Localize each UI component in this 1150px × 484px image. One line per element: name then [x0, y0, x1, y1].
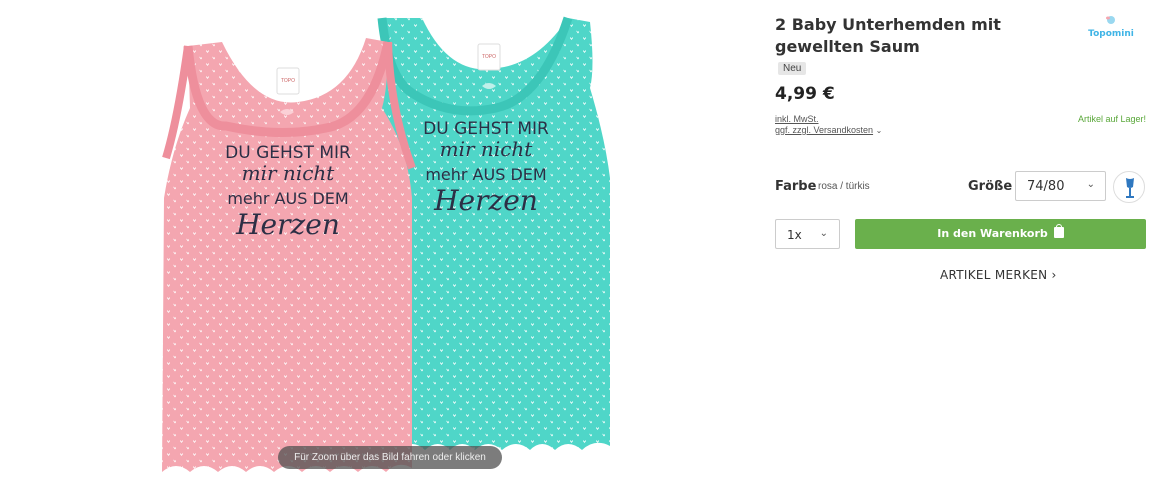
product-image[interactable]: TOPO TOPO DU GEHST MIR mir nicht mehr AU… [150, 8, 620, 478]
shipping-note-link[interactable]: ggf. zzgl. Versandkosten ⌄ [775, 125, 882, 135]
chevron-down-icon: ⌄ [819, 228, 828, 239]
svg-text:DU GEHST MIR: DU GEHST MIR [225, 143, 351, 163]
color-label: Farbe [775, 179, 817, 194]
pink-shirt: TOPO DU GEHST MIR mir nicht mehr AUS DEM… [162, 38, 416, 472]
new-badge: Neu [778, 62, 807, 75]
color-value: rosa / türkis [818, 181, 870, 192]
svg-text:mehr AUS DEM: mehr AUS DEM [425, 165, 546, 184]
product-image-area[interactable]: TOPO TOPO DU GEHST MIR mir nicht mehr AU… [0, 0, 760, 484]
tax-note-link[interactable]: inkl. MwSt. [775, 114, 819, 124]
zoom-hint: Für Zoom über das Bild fahren oder klick… [278, 446, 502, 469]
shopping-bag-icon [1053, 224, 1064, 238]
quantity-select[interactable]: 1x ⌄ [775, 219, 840, 249]
size-select[interactable]: 74/80 ⌄ [1015, 171, 1106, 201]
quantity-value: 1x [787, 228, 802, 242]
brand-logo[interactable]: Topomini [1087, 14, 1135, 44]
mannequin-icon [1126, 178, 1134, 198]
svg-text:Herzen: Herzen [235, 208, 340, 241]
svg-text:Herzen: Herzen [433, 184, 538, 217]
chevron-down-icon: ⌄ [1086, 179, 1095, 190]
add-to-cart-label: In den Warenkorb [937, 227, 1048, 240]
brand-logo-text: Topomini [1088, 29, 1134, 39]
svg-text:TOPO: TOPO [482, 54, 496, 60]
add-to-cart-button[interactable]: In den Warenkorb [855, 219, 1146, 249]
svg-text:mir nicht: mir nicht [242, 161, 336, 185]
svg-text:mir nicht: mir nicht [440, 137, 534, 161]
turquoise-shirt: TOPO [377, 16, 610, 450]
product-title: 2 Baby Unterhemden mit gewellten Saum [775, 15, 1001, 56]
svg-text:TOPO: TOPO [281, 78, 295, 84]
stock-status: Artikel auf Lager! [1077, 114, 1146, 124]
turquoise-print: DU GEHST MIR mir nicht mehr AUS DEM Herz… [423, 119, 549, 217]
size-guide-button[interactable] [1113, 171, 1145, 203]
shipping-note-text[interactable]: ggf. zzgl. Versandkosten [775, 125, 873, 135]
svg-text:DU GEHST MIR: DU GEHST MIR [423, 119, 549, 139]
size-value: 74/80 [1027, 179, 1065, 194]
price: 4,99 € [775, 84, 835, 104]
product-info-panel: 2 Baby Unterhemden mit gewellten Saum To… [775, 0, 1147, 484]
chevron-down-icon: ⌄ [875, 126, 883, 135]
wishlist-link[interactable]: ARTIKEL MERKEN › [940, 268, 1057, 282]
svg-text:mehr AUS DEM: mehr AUS DEM [227, 189, 348, 208]
size-label: Größe [968, 179, 1013, 194]
